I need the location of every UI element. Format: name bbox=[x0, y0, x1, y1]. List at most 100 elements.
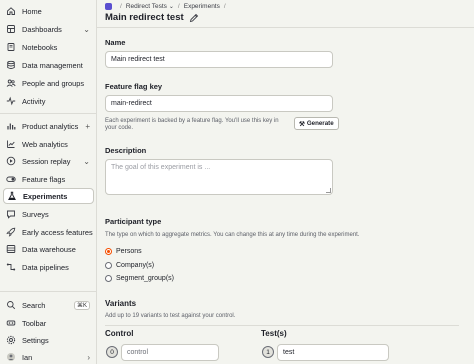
sidebar-item-data-warehouse[interactable]: Data warehouse bbox=[3, 241, 94, 257]
feature-flag-help-line-1: Each experiment is backed by a feature f… bbox=[105, 118, 279, 124]
radio-icon[interactable] bbox=[105, 275, 112, 282]
participant-option-segment-groups[interactable]: Segment_group(s) bbox=[105, 275, 174, 282]
avatar-icon bbox=[6, 352, 16, 362]
home-icon bbox=[6, 6, 16, 16]
resize-handle-icon[interactable] bbox=[326, 188, 331, 193]
project-logo-icon bbox=[105, 3, 112, 10]
chevron-down-icon[interactable]: ⌄ bbox=[83, 157, 90, 166]
sidebar-item-label: Notebooks bbox=[22, 42, 58, 52]
sidebar-item-label: Search bbox=[22, 300, 46, 310]
sidebar-item-people[interactable]: People and groups bbox=[3, 75, 94, 91]
people-icon bbox=[6, 78, 16, 88]
toggle-icon bbox=[6, 174, 16, 184]
name-field[interactable]: Main redirect test bbox=[105, 51, 333, 68]
sidebar-item-label: Dashboards bbox=[22, 24, 62, 34]
rocket-icon bbox=[6, 227, 16, 237]
toolbar-icon bbox=[6, 318, 16, 328]
sidebar-item-session-replay[interactable]: Session replay ⌄ bbox=[3, 153, 94, 169]
control-variant-field[interactable]: control bbox=[121, 344, 219, 361]
chevron-down-icon[interactable]: ⌄ bbox=[169, 3, 174, 10]
sidebar-item-label: Session replay bbox=[22, 156, 71, 166]
page-title-text: Main redirect test bbox=[105, 12, 184, 23]
sidebar-item-data-pipelines[interactable]: Data pipelines bbox=[3, 259, 94, 275]
pipeline-icon bbox=[6, 262, 16, 272]
name-label: Name bbox=[105, 38, 126, 47]
plus-icon[interactable]: + bbox=[85, 122, 90, 131]
sidebar-item-label: Surveys bbox=[22, 209, 49, 219]
feature-flag-key-value: main-redirect bbox=[111, 100, 152, 107]
participant-option-persons[interactable]: Persons bbox=[105, 248, 142, 255]
shortcut-badge: ⌘K bbox=[73, 300, 90, 310]
chart-icon bbox=[6, 121, 16, 131]
generate-button[interactable]: ⚒ Generate bbox=[294, 117, 339, 130]
sidebar-item-label: Experiments bbox=[23, 191, 68, 201]
replay-icon bbox=[6, 156, 16, 166]
sidebar-divider bbox=[0, 291, 96, 292]
sidebar-item-activity[interactable]: Activity bbox=[3, 93, 94, 109]
sidebar-divider bbox=[0, 113, 96, 114]
sidebar-item-user[interactable]: Ian › bbox=[3, 349, 94, 364]
gear-icon bbox=[6, 335, 16, 345]
participant-option-companies[interactable]: Company(s) bbox=[105, 262, 154, 269]
participant-type-label: Participant type bbox=[105, 217, 162, 226]
breadcrumb: / Redirect Tests ⌄ / Experiments / bbox=[105, 3, 230, 10]
pencil-icon[interactable] bbox=[189, 13, 199, 23]
sidebar-item-web-analytics[interactable]: Web analytics bbox=[3, 136, 94, 152]
flask-icon bbox=[7, 191, 17, 201]
participant-option-label: Company(s) bbox=[116, 262, 155, 269]
sidebar-item-label: Data warehouse bbox=[22, 244, 76, 254]
feature-flag-key-field[interactable]: main-redirect bbox=[105, 95, 333, 112]
sidebar-item-feature-flags[interactable]: Feature flags bbox=[3, 171, 94, 187]
variants-divider bbox=[105, 325, 459, 326]
description-textarea[interactable]: The goal of this experiment is ... bbox=[105, 159, 333, 195]
chevron-right-icon[interactable]: › bbox=[87, 353, 90, 362]
sidebar-item-product-analytics[interactable]: Product analytics + bbox=[3, 118, 94, 134]
sidebar-item-label: Toolbar bbox=[22, 318, 47, 328]
description-label: Description bbox=[105, 146, 147, 155]
radio-icon[interactable] bbox=[105, 262, 112, 269]
participant-option-label: Persons bbox=[116, 248, 142, 255]
description-placeholder: The goal of this experiment is ... bbox=[111, 164, 211, 171]
test-variant-index: 1 bbox=[262, 346, 274, 358]
feature-flag-key-label: Feature flag key bbox=[105, 82, 163, 91]
web-analytics-icon bbox=[6, 139, 16, 149]
sidebar-item-label: Home bbox=[22, 6, 42, 16]
sidebar-item-label: Ian bbox=[22, 352, 33, 362]
sidebar-item-dashboards[interactable]: Dashboards ⌄ bbox=[3, 21, 94, 37]
test-column-header: Test(s) bbox=[261, 329, 287, 338]
database-icon bbox=[6, 60, 16, 70]
participant-type-help: The type on which to aggregate metrics. … bbox=[105, 232, 360, 238]
sidebar-item-settings[interactable]: Settings bbox=[3, 332, 94, 348]
sidebar-item-home[interactable]: Home bbox=[3, 3, 94, 19]
control-column-header: Control bbox=[105, 329, 134, 338]
magic-wand-icon: ⚒ bbox=[299, 120, 305, 128]
chevron-down-icon[interactable]: ⌄ bbox=[83, 25, 90, 34]
page-title: Main redirect test bbox=[105, 12, 199, 23]
feature-flag-help-line-2: your code. bbox=[105, 125, 134, 131]
sidebar-item-label: Early access features bbox=[22, 227, 93, 237]
sidebar-item-toolbar[interactable]: Toolbar bbox=[3, 315, 94, 331]
sidebar-item-label: Product analytics bbox=[22, 121, 79, 131]
warehouse-icon bbox=[6, 244, 16, 254]
test-variant-field[interactable]: test bbox=[277, 344, 389, 361]
sidebar-item-label: Activity bbox=[22, 96, 46, 106]
sidebar: Home Dashboards ⌄ Notebooks Data managem… bbox=[0, 0, 97, 364]
variants-label: Variants bbox=[105, 299, 137, 308]
sidebar-item-early-access[interactable]: Early access features bbox=[3, 224, 94, 240]
sidebar-item-search[interactable]: Search ⌘K bbox=[3, 297, 94, 313]
radio-selected-icon[interactable] bbox=[105, 248, 112, 255]
sidebar-item-experiments[interactable]: Experiments bbox=[3, 188, 94, 204]
sidebar-item-notebooks[interactable]: Notebooks bbox=[3, 39, 94, 55]
control-variant-value: control bbox=[127, 349, 149, 356]
variants-help: Add up to 19 variants to test against yo… bbox=[105, 313, 236, 319]
breadcrumb-experiments[interactable]: Experiments bbox=[184, 3, 220, 10]
sidebar-item-data-management[interactable]: Data management bbox=[3, 57, 94, 73]
sidebar-item-label: Data management bbox=[22, 60, 83, 70]
sidebar-item-label: Data pipelines bbox=[22, 262, 69, 272]
breadcrumb-project[interactable]: Redirect Tests bbox=[126, 3, 167, 10]
breadcrumb-separator: / bbox=[177, 3, 180, 10]
control-variant-index: 0 bbox=[106, 346, 118, 358]
sidebar-item-surveys[interactable]: Surveys bbox=[3, 206, 94, 222]
participant-option-label: Segment_group(s) bbox=[116, 275, 174, 282]
header-divider bbox=[97, 27, 474, 28]
